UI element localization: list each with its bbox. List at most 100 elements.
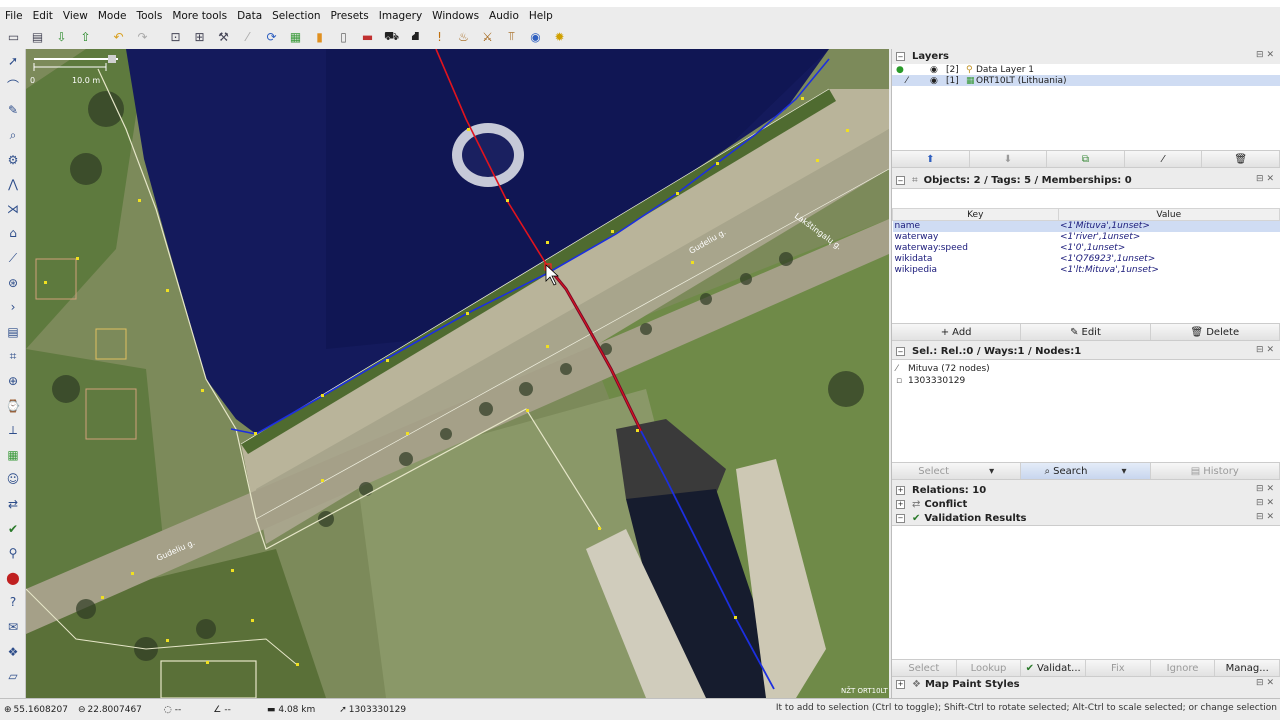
conflict-header[interactable]: + ⇄ Conflict ⊟ ✕ — [892, 497, 1280, 511]
traffic-light-icon[interactable]: ▮ — [309, 26, 330, 47]
validate-icon[interactable]: ✔ — [0, 516, 26, 541]
panel-controls-icon[interactable]: ⊟ ✕ — [1256, 345, 1274, 355]
tag-row[interactable]: wikidata <1'Q76923',1unset> — [893, 254, 1280, 265]
filter-icon[interactable]: ⚲ — [0, 541, 26, 566]
help-icon[interactable]: ? — [0, 590, 26, 615]
edit-tag-button[interactable]: ✎ Edit — [1021, 324, 1151, 340]
fix-button[interactable]: Fix — [1086, 660, 1151, 676]
zoom-data-icon[interactable]: ⊡ — [165, 26, 186, 47]
line-icon[interactable]: ⟋ — [0, 246, 26, 271]
parallel-icon[interactable]: ⋀ — [0, 172, 26, 197]
undo-icon[interactable]: ↶ — [108, 26, 129, 47]
menu-data[interactable]: Data — [232, 10, 267, 22]
panel-controls-icon[interactable]: ⊟ ✕ — [1256, 50, 1274, 60]
layer-row[interactable]: ⁄ ◉ [1] ▦ ORT10LT (Lithuania) — [892, 75, 1280, 86]
menu-windows[interactable]: Windows — [427, 10, 484, 22]
delete-tag-button[interactable]: 🗑 Delete — [1150, 324, 1280, 340]
validate-button[interactable]: ✔ Validat... — [1021, 660, 1087, 676]
menu-selection[interactable]: Selection — [267, 10, 325, 22]
ignore-button[interactable]: Ignore — [1150, 660, 1216, 676]
selection-item[interactable]: ⁄ Mituva (72 nodes) — [896, 363, 1280, 375]
validation-select-button[interactable]: Select — [892, 660, 957, 676]
layers-header[interactable]: − Layers ⊟ ✕ — [892, 49, 1280, 64]
download-icon[interactable]: ⇩ — [51, 26, 72, 47]
sun-icon[interactable]: ✹ — [549, 26, 570, 47]
building-icon[interactable]: ⌂ — [0, 221, 26, 246]
select-tool-icon[interactable]: ➚ — [0, 49, 26, 74]
plugin-blue-icon[interactable]: ◉ — [525, 26, 546, 47]
menu-audio[interactable]: Audio — [484, 10, 524, 22]
notes-icon[interactable]: ✉ — [0, 615, 26, 640]
map-paint-header[interactable]: + ❖ Map Paint Styles ⊟ ✕ — [892, 677, 1280, 691]
refresh-icon[interactable]: ⟳ — [261, 26, 282, 47]
panel-controls-icon[interactable]: ⊟ ✕ — [1256, 174, 1274, 184]
menu-presets[interactable]: Presets — [326, 10, 374, 22]
search-button[interactable]: ⌕ Search ▾ — [1021, 463, 1151, 479]
expand-arrow-icon[interactable]: › — [0, 295, 26, 320]
activate-layer-icon[interactable]: ⧉ — [1047, 151, 1125, 167]
merge-layer-icon[interactable]: ⁄ — [1124, 151, 1203, 167]
imagery-offset-icon[interactable]: ▦ — [0, 443, 26, 468]
improve-way-icon[interactable]: ⚙ — [0, 147, 26, 172]
selection-header[interactable]: − Sel.: Rel.:0 / Ways:1 / Nodes:1 ⊟ ✕ — [892, 344, 1280, 359]
history-icon[interactable]: ⌚ — [0, 393, 26, 418]
move-up-icon[interactable]: ⬆ — [892, 151, 970, 167]
visibility-eye-icon[interactable]: ◉ — [910, 76, 938, 86]
redo-icon[interactable]: ↷ — [132, 26, 153, 47]
key-column-header[interactable]: Key — [892, 208, 1059, 221]
draw-icon[interactable]: ✎ — [0, 98, 26, 123]
value-column-header[interactable]: Value — [1057, 208, 1280, 221]
tag-row[interactable]: wikipedia <1'lt:Mituva',1unset> — [893, 265, 1280, 276]
panel-controls-icon[interactable]: ⊟ ✕ — [1256, 512, 1274, 522]
relations-header[interactable]: + Relations: 10 ⊟ ✕ — [892, 483, 1280, 497]
menu-edit[interactable]: Edit — [28, 10, 58, 22]
panel-controls-icon[interactable]: ⊟ ✕ — [1256, 484, 1274, 494]
lasso-icon[interactable]: ⌒ — [0, 74, 26, 99]
minimap-icon[interactable]: ▱ — [0, 664, 26, 689]
tag-row[interactable]: waterway <1'river',1unset> — [893, 232, 1280, 243]
marker-icon[interactable]: ⬤ — [0, 565, 26, 590]
collapse-icon[interactable]: − — [896, 513, 905, 523]
menu-imagery[interactable]: Imagery — [374, 10, 427, 22]
zoom-tool-icon[interactable]: ⌕ — [0, 123, 26, 148]
split-way-icon[interactable]: ⋊ — [0, 197, 26, 222]
conflict-icon[interactable]: ⇄ — [0, 492, 26, 517]
layer-list-icon[interactable]: ▤ — [0, 320, 26, 345]
relation-icon[interactable]: ⊕ — [0, 369, 26, 394]
panel-controls-icon[interactable]: ⊟ ✕ — [1256, 498, 1274, 508]
menu-tools[interactable]: Tools — [131, 10, 167, 22]
menu-more-tools[interactable]: More tools — [167, 10, 232, 22]
combine-icon[interactable]: ⊛ — [0, 270, 26, 295]
menu-file[interactable]: File — [0, 10, 28, 22]
wireframe-icon[interactable]: ⁄ — [237, 26, 258, 47]
craft-icon[interactable]: ⚔ — [477, 26, 498, 47]
chart-icon[interactable]: ⫪ — [501, 26, 522, 47]
panel-controls-icon[interactable]: ⊟ ✕ — [1256, 678, 1274, 688]
visibility-eye-icon[interactable]: ◉ — [910, 65, 938, 75]
validation-header[interactable]: − ✔ Validation Results ⊟ ✕ — [892, 511, 1280, 525]
expand-icon[interactable]: + — [896, 485, 905, 495]
author-icon[interactable]: ☺ — [0, 467, 26, 492]
imagery-icon[interactable]: ▦ — [285, 26, 306, 47]
car-icon[interactable]: ⛟ — [381, 26, 402, 47]
menu-mode[interactable]: Mode — [93, 10, 132, 22]
collapse-icon[interactable]: − — [896, 52, 905, 61]
traffic-signal-icon[interactable]: ▯ — [333, 26, 354, 47]
bus-icon[interactable]: ⛘ — [405, 26, 426, 47]
zoom-selection-icon[interactable]: ⊞ — [189, 26, 210, 47]
select-button[interactable]: Select ▾ — [892, 463, 1022, 479]
expand-icon[interactable]: + — [896, 499, 905, 509]
history-button[interactable]: ▤ History — [1150, 463, 1280, 479]
new-layer-icon[interactable]: ▭ — [3, 26, 24, 47]
upload-icon[interactable]: ⇧ — [75, 26, 96, 47]
dropdown-arrow-icon[interactable]: ▾ — [1121, 466, 1126, 477]
tag-row[interactable]: name <1'Mituva',1unset> — [892, 220, 1280, 232]
barrier-icon[interactable]: ▬ — [357, 26, 378, 47]
tag-icon[interactable]: ⌗ — [0, 344, 26, 369]
collapse-icon[interactable]: − — [896, 176, 905, 185]
add-tag-button[interactable]: + Add — [892, 324, 1022, 340]
dropdown-arrow-icon[interactable]: ▾ — [989, 466, 994, 477]
tags-header[interactable]: − ⌗ Objects: 2 / Tags: 5 / Memberships: … — [892, 173, 1280, 188]
menu-help[interactable]: Help — [524, 10, 558, 22]
menu-view[interactable]: View — [58, 10, 93, 22]
